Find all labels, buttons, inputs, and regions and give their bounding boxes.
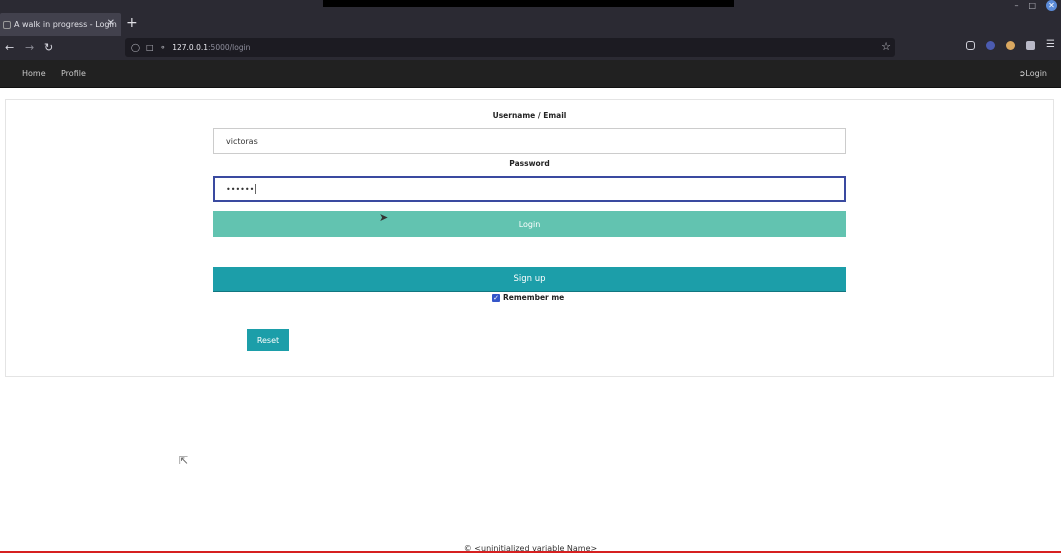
signup-button[interactable]: Sign up — [213, 267, 846, 292]
window-close-icon[interactable]: ✕ — [1046, 0, 1057, 11]
key-icon: ⚬ — [159, 43, 167, 52]
url-text: 127.0.0.1:5000/login — [172, 43, 250, 52]
page-icon: □ — [145, 43, 154, 52]
mouse-cursor-icon: ➤ — [379, 211, 389, 224]
new-tab-button[interactable]: + — [126, 16, 138, 30]
pocket-icon[interactable] — [966, 40, 976, 50]
forward-icon[interactable]: → — [25, 42, 34, 53]
username-input[interactable]: victoras — [213, 128, 846, 154]
minimize-icon[interactable]: – — [1014, 1, 1018, 10]
nav-login-link[interactable]: ➲Login — [1019, 69, 1047, 78]
text-caret — [255, 184, 257, 194]
shield-extension-icon[interactable] — [1026, 40, 1036, 50]
login-button[interactable]: Login — [213, 211, 846, 237]
remember-me[interactable]: ✓ Remember me — [492, 293, 564, 302]
bottom-red-line — [0, 551, 1061, 553]
url-path: :5000/login — [208, 43, 251, 52]
password-label: Password — [509, 159, 550, 168]
username-value: victoras — [226, 136, 258, 146]
avatar-icon[interactable] — [1006, 40, 1016, 50]
shield-icon: ◯ — [131, 43, 140, 52]
extension-icons: ☰ — [966, 40, 1055, 50]
tab-title: A walk in progress - Login — [14, 20, 117, 29]
back-icon[interactable]: ← — [5, 42, 14, 53]
hamburger-menu-icon[interactable]: ☰ — [1046, 40, 1055, 50]
remember-checkbox[interactable]: ✓ — [492, 293, 500, 302]
remember-label: Remember me — [503, 293, 565, 302]
url-host: 127.0.0.1 — [172, 43, 209, 52]
browser-tab[interactable]: A walk in progress - Login ✕ — [0, 13, 121, 36]
bookmark-star-icon[interactable]: ☆ — [881, 40, 891, 53]
username-label: Username / Email — [492, 111, 567, 120]
mouse-cursor-icon-secondary: ⇱ — [179, 454, 189, 467]
url-bar[interactable]: ◯ □ ⚬ 127.0.0.1:5000/login ☆ — [125, 38, 895, 57]
tab-close-icon[interactable]: ✕ — [107, 17, 115, 31]
extension-icon[interactable] — [986, 40, 996, 50]
password-value: •••••• — [226, 184, 255, 194]
top-black-bar — [323, 0, 734, 7]
nav-profile-link[interactable]: Profile — [61, 69, 86, 78]
reload-icon[interactable]: ↻ — [44, 42, 53, 53]
password-input[interactable]: •••••• — [213, 176, 846, 202]
site-navbar: Home Profile ➲Login — [0, 60, 1061, 88]
reset-button[interactable]: Reset — [247, 329, 289, 351]
maximize-icon[interactable]: □ — [1028, 1, 1036, 10]
nav-login-label: Login — [1025, 69, 1047, 78]
favicon-icon — [3, 20, 11, 29]
nav-home-link[interactable]: Home — [22, 69, 46, 78]
window-controls: – □ ✕ — [1014, 0, 1057, 11]
